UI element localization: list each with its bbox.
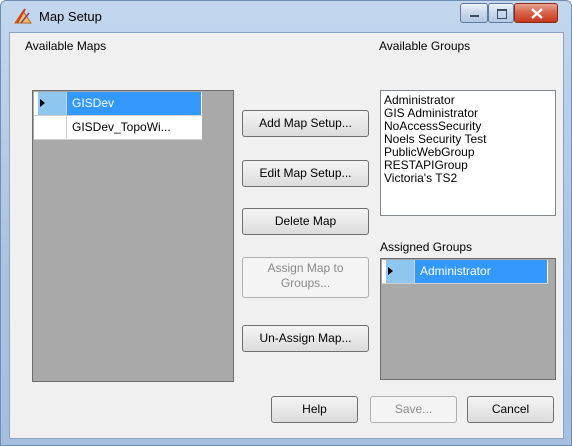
list-item[interactable]: Noels Security Test <box>384 132 487 146</box>
row-pointer-icon <box>388 267 393 275</box>
available-maps-label: Available Maps <box>25 39 107 53</box>
map-row[interactable]: GISDev <box>34 92 202 116</box>
close-icon <box>531 8 543 19</box>
group-row[interactable]: Administrator <box>382 260 548 284</box>
list-item[interactable]: Administrator <box>384 93 455 107</box>
delete-map-button[interactable]: Delete Map <box>242 208 369 235</box>
cancel-button[interactable]: Cancel <box>467 396 554 423</box>
unassign-map-button[interactable]: Un-Assign Map... <box>242 325 369 352</box>
dialog-body: Available Maps Available Groups GISDev G… <box>9 32 564 439</box>
assigned-groups-grid[interactable]: Administrator <box>380 258 556 380</box>
assign-map-to-groups-button[interactable]: Assign Map to Groups... <box>242 257 369 298</box>
list-item[interactable]: PublicWebGroup <box>384 145 475 159</box>
map-row[interactable]: GISDev_TopoWi... <box>34 116 202 140</box>
save-button[interactable]: Save... <box>370 396 457 423</box>
list-item[interactable]: NoAccessSecurity <box>384 119 481 133</box>
available-groups-label: Available Groups <box>379 39 471 53</box>
map-setup-window: Map Setup Available Maps Available Group… <box>0 0 572 446</box>
group-name-cell[interactable]: Administrator <box>415 260 547 283</box>
edit-map-setup-button[interactable]: Edit Map Setup... <box>242 160 369 187</box>
assigned-groups-label: Assigned Groups <box>380 240 473 254</box>
minimize-button[interactable] <box>460 3 488 23</box>
available-maps-grid[interactable]: GISDev GISDev_TopoWi... <box>32 90 234 382</box>
available-groups-list[interactable]: Administrator GIS Administrator NoAccess… <box>380 90 556 216</box>
list-item[interactable]: RESTAPIGroup <box>384 158 468 172</box>
assign-button-line1: Assign Map to <box>267 261 344 275</box>
help-button[interactable]: Help <box>271 396 358 423</box>
map-name-cell[interactable]: GISDev_TopoWi... <box>67 116 201 139</box>
list-item[interactable]: Victoria's TS2 <box>384 171 457 185</box>
assign-button-line2: Groups... <box>280 276 331 290</box>
window-title: Map Setup <box>39 9 102 24</box>
title-bar[interactable]: Map Setup <box>1 1 571 31</box>
maximize-button[interactable] <box>488 3 514 23</box>
row-header[interactable] <box>34 92 67 115</box>
list-item[interactable]: GIS Administrator <box>384 106 478 120</box>
add-map-setup-button[interactable]: Add Map Setup... <box>242 110 369 137</box>
minimize-icon <box>470 15 479 17</box>
row-header[interactable] <box>382 260 415 283</box>
map-setup-icon <box>14 8 32 24</box>
maximize-icon <box>497 9 507 19</box>
map-name-cell[interactable]: GISDev <box>67 92 201 115</box>
close-button[interactable] <box>514 3 558 23</box>
row-header[interactable] <box>34 116 67 139</box>
row-pointer-icon <box>40 99 45 107</box>
